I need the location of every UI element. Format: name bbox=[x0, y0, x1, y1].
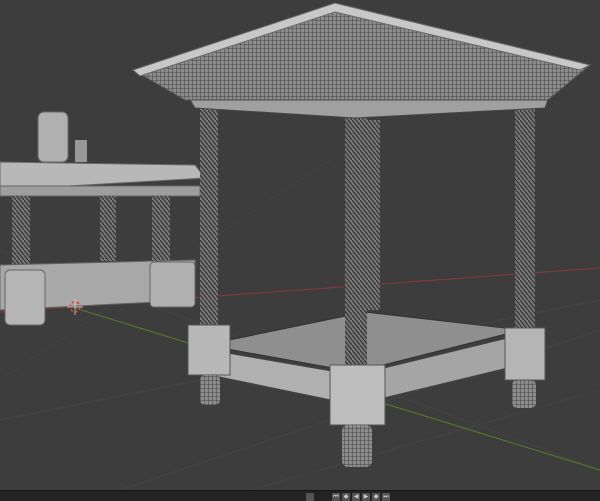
side-table-mesh[interactable] bbox=[0, 111, 206, 326]
3d-viewport[interactable] bbox=[0, 0, 600, 490]
canopy-bed-mesh[interactable] bbox=[131, 2, 592, 467]
timeline-bar: ⏮ ◆ ◀ ▶ ◆ ⏭ bbox=[0, 490, 600, 501]
